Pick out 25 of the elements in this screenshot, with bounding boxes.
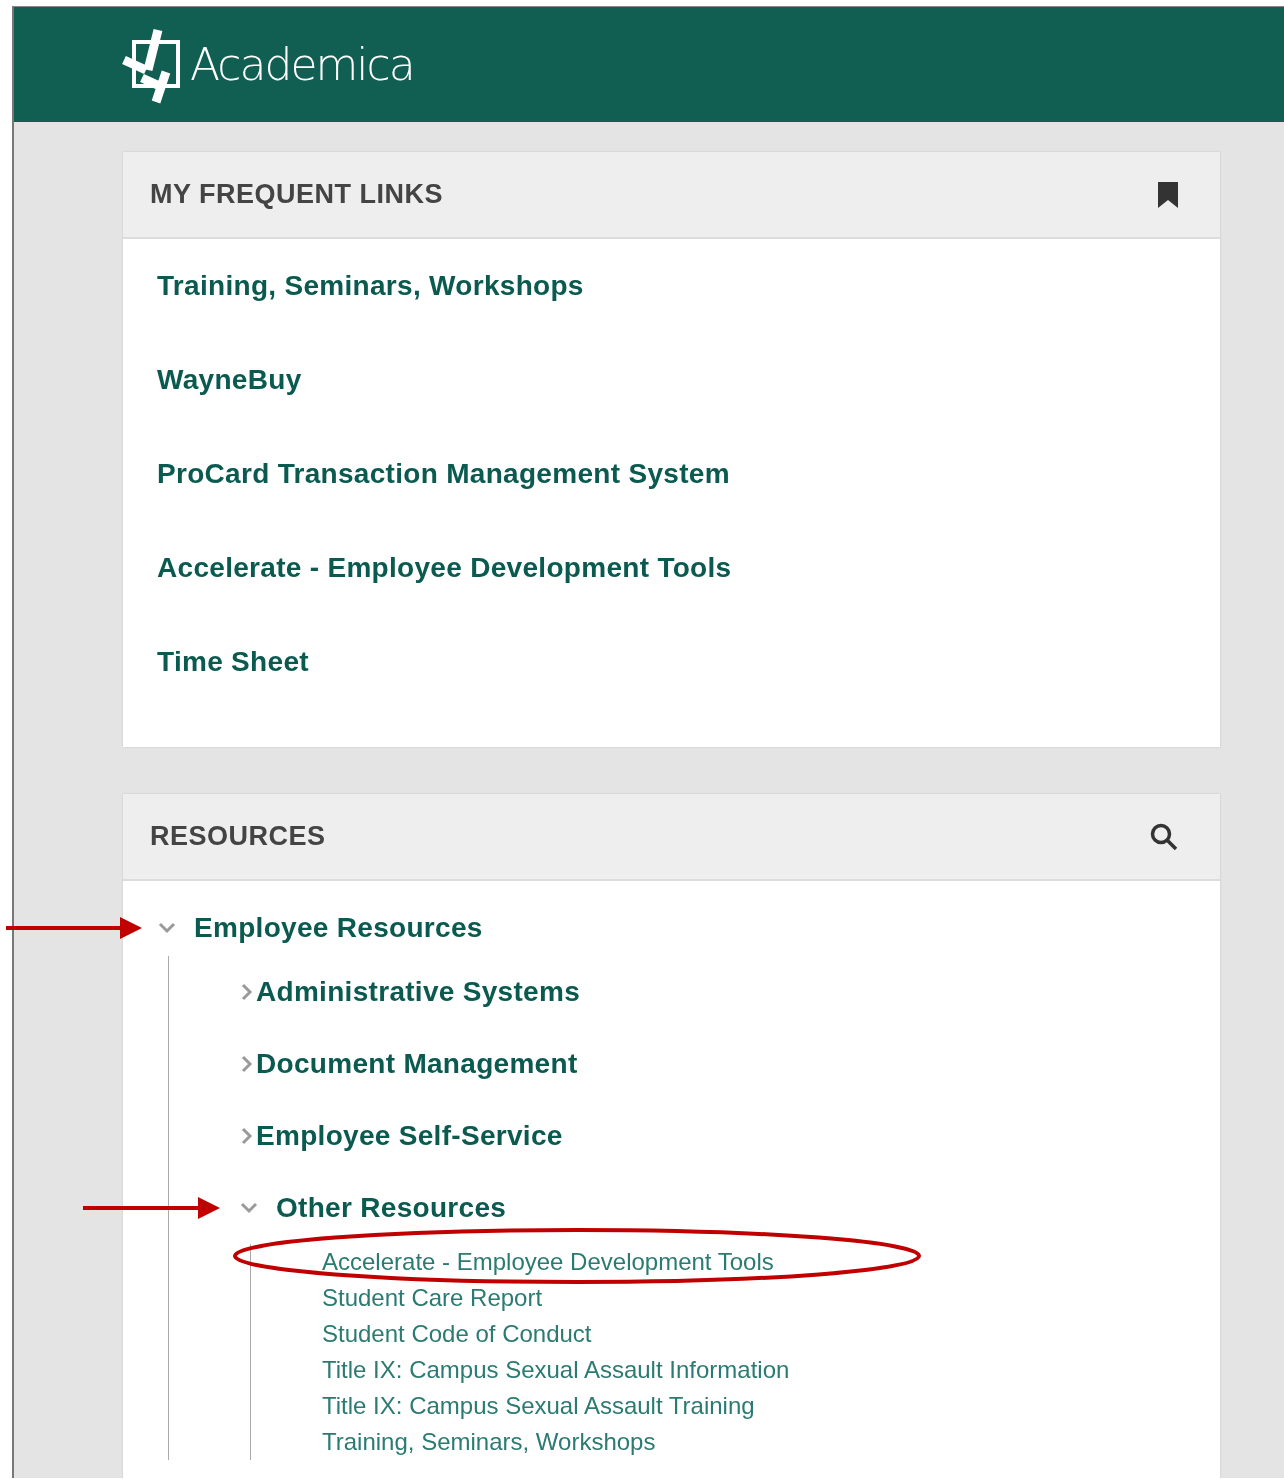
resource-link[interactable]: Title IX: Campus Sexual Assault Training [322,1392,755,1420]
tree-item[interactable]: Administrative Systems [256,976,581,1008]
chevron-right-icon[interactable] [240,1126,254,1146]
resource-link[interactable]: Training, Seminars, Workshops [322,1428,656,1456]
tree-item[interactable]: Employee Resources [194,912,483,944]
resource-link[interactable]: Student Code of Conduct [322,1320,592,1348]
frequent-link[interactable]: ProCard Transaction Management System [157,427,730,521]
logo-text: Academica [190,39,414,90]
frequent-link[interactable]: Accelerate - Employee Development Tools [157,521,732,615]
search-icon[interactable] [1150,822,1178,851]
frequent-link[interactable]: WayneBuy [157,333,302,427]
frequent-link[interactable]: Time Sheet [157,615,309,709]
tree-item[interactable]: Document Management [256,1048,578,1080]
resource-link[interactable]: Title IX: Campus Sexual Assault Information [322,1356,790,1384]
frequent-link[interactable]: Training, Seminars, Workshops [157,239,584,333]
chevron-right-icon[interactable] [240,982,254,1002]
chevron-down-icon[interactable] [158,922,176,934]
card-title: MY FREQUENT LINKS [150,179,443,210]
tree-item[interactable]: Employee Self-Service [256,1120,563,1152]
bookmark-icon[interactable] [1158,181,1178,208]
tree-item[interactable]: Other Resources [276,1192,507,1224]
chevron-right-icon[interactable] [240,1054,254,1074]
card-title: RESOURCES [150,821,326,852]
resource-link[interactable]: Student Care Report [322,1284,543,1312]
chevron-down-icon[interactable] [240,1202,258,1214]
